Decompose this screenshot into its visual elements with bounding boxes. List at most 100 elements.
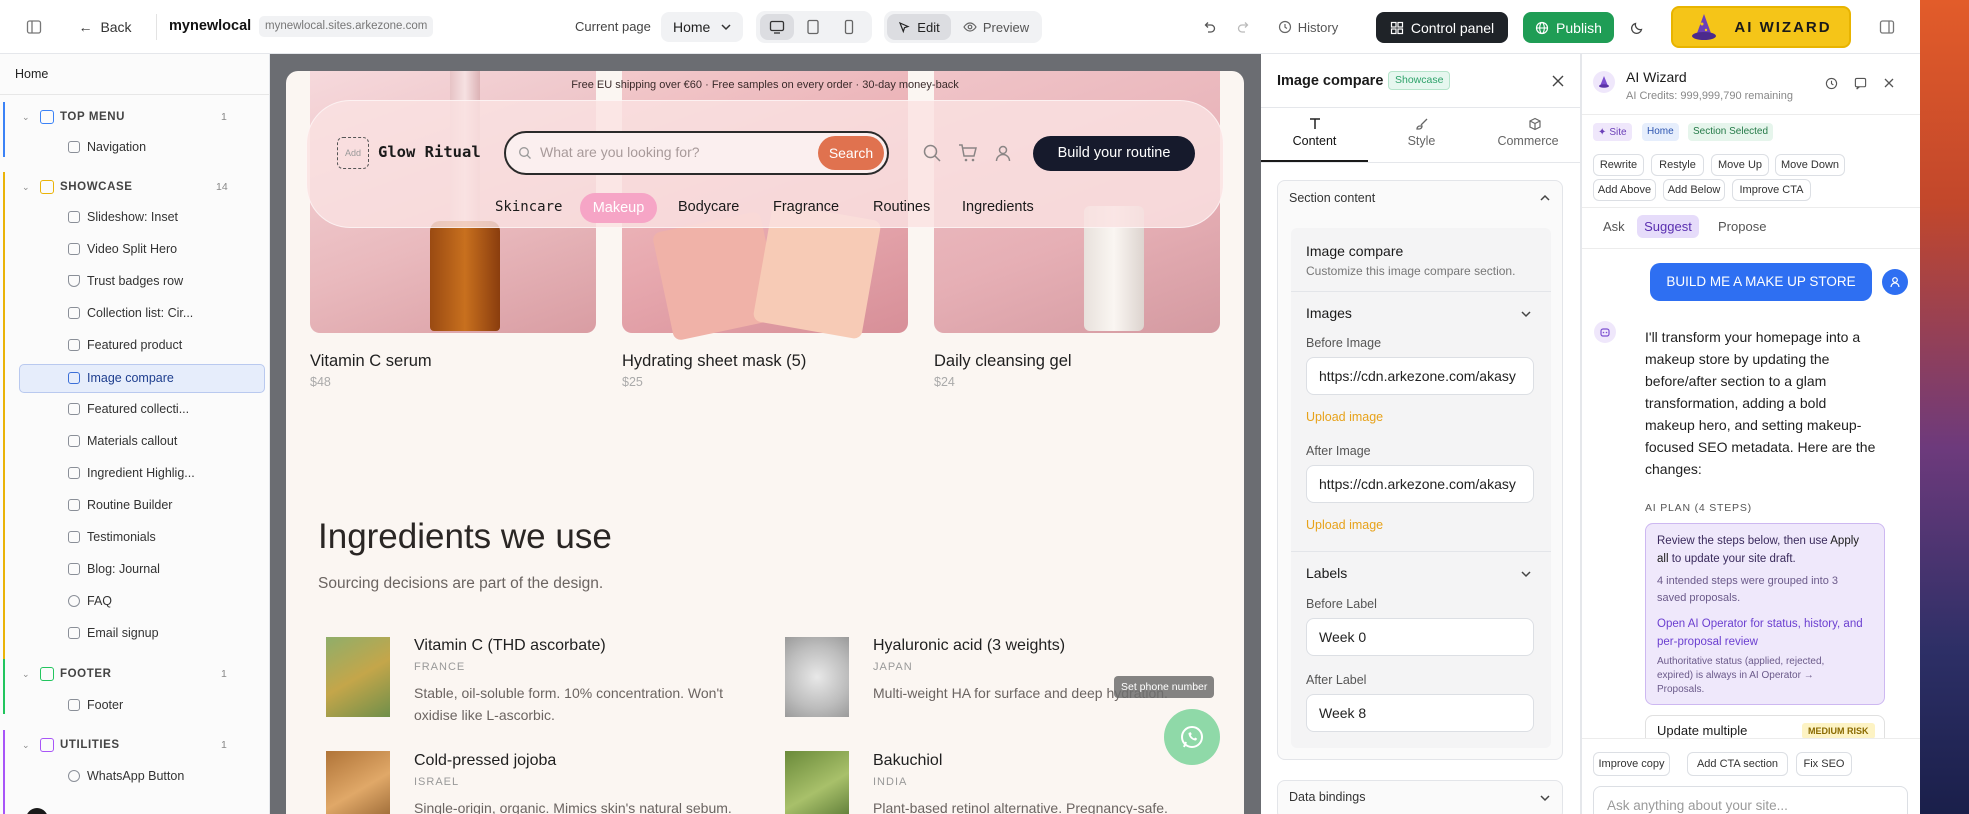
cart-icon[interactable] <box>958 143 978 163</box>
site-url-badge[interactable]: mynewlocal.sites.arkezone.com <box>259 16 434 37</box>
sidebar-item-image-compare[interactable]: Image compare <box>0 363 270 393</box>
sidebar-item-slideshow-inset[interactable]: Slideshow: Inset <box>0 202 270 232</box>
nav-fragrance[interactable]: Fragrance <box>773 199 839 215</box>
user-icon[interactable] <box>993 143 1013 163</box>
after-label-input[interactable]: Week 8 <box>1306 694 1534 732</box>
add-below-action[interactable]: Add Below <box>1663 179 1725 201</box>
nav-routines[interactable]: Routines <box>873 199 930 215</box>
sidebar-item-navigation[interactable]: Navigation <box>0 132 270 162</box>
history-icon[interactable] <box>1825 77 1838 90</box>
tablet-view-button[interactable] <box>798 14 828 40</box>
nav-bodycare[interactable]: Bodycare <box>678 199 739 215</box>
mode-ask[interactable]: Ask <box>1603 219 1625 234</box>
group-top-menu[interactable]: ⌄ TOP MENU 1 <box>0 102 270 132</box>
group-utilities[interactable]: ⌄ UTILITIES 1 <box>0 730 270 760</box>
publish-button[interactable]: Publish <box>1523 12 1614 43</box>
add-cta-section-suggestion[interactable]: Add CTA section <box>1687 752 1788 776</box>
after-image-input[interactable]: https://cdn.arkezone.com/akasy <box>1306 465 1534 503</box>
search-icon[interactable] <box>922 143 942 163</box>
redo-button[interactable] <box>1230 15 1256 39</box>
restyle-action[interactable]: Restyle <box>1651 154 1704 176</box>
nav-makeup[interactable]: Makeup <box>580 193 657 223</box>
edit-mode-button[interactable]: Edit <box>887 14 951 40</box>
section-content-header[interactable]: Section content <box>1277 180 1563 216</box>
page-home-label[interactable]: Home <box>15 67 48 81</box>
sidebar-item-routine-builder[interactable]: Routine Builder <box>0 490 270 520</box>
rewrite-action[interactable]: Rewrite <box>1593 154 1644 176</box>
apply-all-link[interactable]: all <box>1657 553 1669 565</box>
whatsapp-button[interactable] <box>1164 709 1220 765</box>
improve-copy-suggestion[interactable]: Improve copy <box>1593 752 1670 776</box>
desktop-view-button[interactable] <box>760 14 794 40</box>
before-image-input[interactable]: https://cdn.arkezone.com/akasy <box>1306 357 1534 395</box>
before-label-input[interactable]: Week 0 <box>1306 618 1534 656</box>
open-ai-operator-link[interactable]: Open AI Operator for status, history, an… <box>1657 615 1879 651</box>
close-icon[interactable] <box>1883 77 1895 89</box>
apply-all-link[interactable]: Apply <box>1830 535 1859 547</box>
group-showcase[interactable]: ⌄ SHOWCASE 14 <box>0 172 270 202</box>
sidebar-item-blog-journal[interactable]: Blog: Journal <box>0 554 270 584</box>
sidebar-item-faq[interactable]: FAQ <box>0 586 270 616</box>
mode-propose[interactable]: Propose <box>1718 219 1766 234</box>
undo-button[interactable] <box>1196 15 1222 39</box>
sidebar-item-ingredient-highlights[interactable]: Ingredient Highlig... <box>0 458 270 488</box>
mobile-view-button[interactable] <box>834 14 864 40</box>
chevron-down-icon: ⌄ <box>22 668 30 679</box>
tab-style[interactable]: Style <box>1368 108 1475 162</box>
preview-mode-button[interactable]: Preview <box>956 14 1036 40</box>
nav-ingredients[interactable]: Ingredients <box>962 199 1034 215</box>
sidebar-item-video-split-hero[interactable]: Video Split Hero <box>0 234 270 264</box>
back-button[interactable]: ← Back <box>68 14 142 40</box>
toggle-right-panel-button[interactable] <box>1874 15 1900 39</box>
wizard-input[interactable]: Ask anything about your site... <box>1593 786 1908 814</box>
publish-label: Publish <box>1556 19 1602 36</box>
store-search-input[interactable]: What are you looking for? <box>540 144 700 160</box>
mode-suggest[interactable]: Suggest <box>1637 215 1699 238</box>
sidebar-item-materials-callout[interactable]: Materials callout <box>0 426 270 456</box>
product-name[interactable]: Vitamin C serum <box>310 352 432 371</box>
improve-cta-action[interactable]: Improve CTA <box>1732 179 1811 201</box>
group-footer[interactable]: ⌄ FOOTER 1 <box>0 659 270 689</box>
chat-scroll[interactable]: BUILD ME A MAKE UP STORE I'll transform … <box>1582 249 1920 738</box>
message-line: changes: <box>1645 461 1702 477</box>
close-icon[interactable] <box>1551 74 1565 88</box>
sidebar-item-testimonials[interactable]: Testimonials <box>0 522 270 552</box>
sidebar-item-label: Email signup <box>87 626 159 640</box>
upload-image-link[interactable]: Upload image <box>1306 410 1383 424</box>
tab-content[interactable]: Content <box>1261 108 1368 162</box>
tab-commerce[interactable]: Commerce <box>1475 108 1581 162</box>
product-name[interactable]: Daily cleansing gel <box>934 352 1072 371</box>
toggle-sidebar-button[interactable] <box>22 16 46 38</box>
package-icon <box>1529 117 1541 131</box>
logo-placeholder[interactable]: Add <box>337 137 369 169</box>
plan-text: Review the steps below, then use <box>1657 535 1831 547</box>
nav-skincare[interactable]: Skincare <box>495 199 562 215</box>
upload-image-link[interactable]: Upload image <box>1306 518 1383 532</box>
sidebar-item-featured-collection[interactable]: Featured collecti... <box>0 394 270 424</box>
move-up-action[interactable]: Move Up <box>1711 154 1769 176</box>
brand-name[interactable]: Glow Ritual <box>378 143 481 161</box>
product-name[interactable]: Hydrating sheet mask (5) <box>622 352 806 371</box>
data-bindings-header[interactable]: Data bindings <box>1277 780 1563 814</box>
add-above-action[interactable]: Add Above <box>1593 179 1656 201</box>
context-chip-site: ✦ Site <box>1593 123 1632 141</box>
move-down-action[interactable]: Move Down <box>1775 154 1845 176</box>
ai-wizard-button[interactable]: AI WIZARD <box>1671 6 1851 48</box>
sidebar-item-featured-product[interactable]: Featured product <box>0 330 270 360</box>
control-panel-button[interactable]: Control panel <box>1376 12 1508 43</box>
theme-toggle-button[interactable] <box>1624 15 1650 39</box>
sidebar-item-email-signup[interactable]: Email signup <box>0 618 270 648</box>
sidebar-item-footer[interactable]: Footer <box>0 690 270 720</box>
message-line: makeup hero, and setting makeup- <box>1645 417 1862 433</box>
page-select[interactable]: Home <box>661 12 743 42</box>
images-group-header[interactable]: Images <box>1306 303 1536 325</box>
sidebar-item-collection-list[interactable]: Collection list: Cir... <box>0 298 270 328</box>
labels-group-header[interactable]: Labels <box>1306 563 1536 585</box>
store-search-button[interactable]: Search <box>818 136 884 170</box>
sidebar-item-trust-badges[interactable]: Trust badges row <box>0 266 270 296</box>
history-button[interactable]: History <box>1275 14 1341 40</box>
fix-seo-suggestion[interactable]: Fix SEO <box>1796 752 1852 776</box>
new-chat-icon[interactable] <box>1854 77 1867 90</box>
sidebar-item-whatsapp-button[interactable]: WhatsApp Button <box>0 761 270 791</box>
build-routine-button[interactable]: Build your routine <box>1033 136 1195 171</box>
